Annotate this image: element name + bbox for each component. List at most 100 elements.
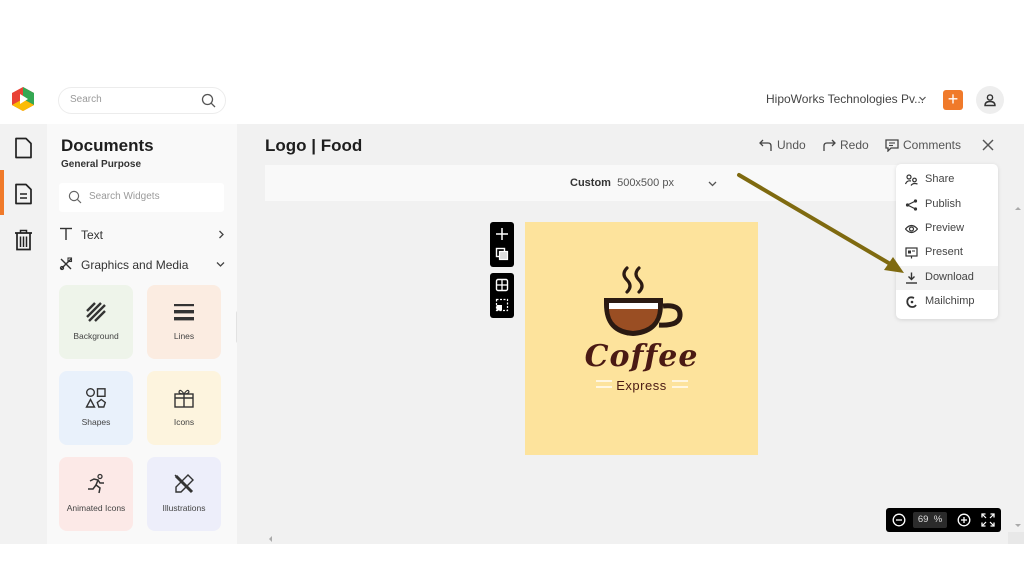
tile-label: Icons: [173, 417, 195, 427]
share-users-icon: [905, 174, 918, 186]
mailchimp-icon: [906, 296, 917, 308]
menu-item-label: Publish: [925, 198, 962, 210]
download-icon: [906, 272, 917, 284]
canvas-tools-add: [490, 222, 514, 267]
present-icon: [905, 247, 918, 259]
zoom-out-icon[interactable]: [892, 513, 906, 527]
comments-button[interactable]: Comments: [885, 138, 965, 154]
undo-label: Undo: [777, 138, 806, 152]
menu-item-share[interactable]: Share: [896, 168, 998, 192]
app-logo[interactable]: [10, 86, 36, 112]
text-icon: [60, 227, 72, 240]
zoom-number: 69: [917, 514, 929, 525]
design-canvas[interactable]: Coffee Express: [525, 222, 758, 455]
tile-illustrations[interactable]: Illustrations: [147, 457, 221, 531]
zoom-value[interactable]: 69 %: [913, 512, 947, 528]
size-preset: Custom: [570, 177, 611, 189]
search-icon[interactable]: [201, 93, 216, 108]
menu-item-label: Download: [925, 271, 974, 283]
category-text[interactable]: Text: [59, 224, 227, 246]
widget-search[interactable]: [59, 183, 224, 212]
tile-label: Background: [73, 331, 119, 341]
menu-item-label: Preview: [925, 222, 965, 234]
tile-background[interactable]: Background: [59, 285, 133, 359]
panel-title: Documents: [61, 136, 154, 155]
organization-selector[interactable]: HipoWorks Technologies Pv...: [766, 92, 924, 106]
plus-icon[interactable]: [495, 227, 509, 241]
redo-icon: [823, 139, 836, 151]
comments-label: Comments: [903, 138, 962, 152]
menu-item-label: Present: [925, 246, 963, 258]
trash-icon: [15, 229, 32, 251]
menu-item-mailchimp[interactable]: Mailchimp: [896, 290, 998, 314]
chevron-down-icon[interactable]: [708, 180, 717, 188]
widgets-panel: Documents General Purpose Text Graphics …: [47, 124, 237, 544]
rail-item-trash[interactable]: [0, 219, 47, 259]
duplicate-icon[interactable]: [495, 247, 509, 261]
menu-item-label: Share: [925, 173, 955, 185]
background-icon: [86, 302, 106, 322]
category-label: Text: [81, 228, 104, 242]
rail-item-documents[interactable]: [0, 127, 47, 167]
undo-button[interactable]: Undo: [759, 138, 811, 154]
size-dimensions: 500x500 px: [617, 177, 674, 189]
top-bar: HipoWorks Technologies Pv... +: [0, 80, 1024, 124]
close-icon[interactable]: [981, 138, 995, 152]
file-icon: [15, 137, 32, 159]
menu-item-download[interactable]: Download: [896, 266, 998, 290]
tile-icons[interactable]: Icons: [147, 371, 221, 445]
scroll-down-arrow[interactable]: [1015, 524, 1021, 527]
logo-subtitle: Express: [616, 378, 667, 393]
share-nodes-icon: [905, 199, 918, 211]
avatar[interactable]: [976, 86, 1004, 114]
shapes-icon: [85, 388, 107, 408]
chevron-down-icon[interactable]: [216, 260, 225, 268]
zoom-in-icon[interactable]: [957, 513, 971, 527]
gift-icon: [174, 389, 194, 408]
fullscreen-icon[interactable]: [981, 513, 995, 527]
redo-label: Redo: [840, 138, 869, 152]
running-icon: [88, 473, 104, 494]
canvas-size-bar: Custom 500x500 px: [265, 165, 995, 201]
global-search[interactable]: [58, 87, 226, 114]
graphics-icon: [59, 257, 73, 271]
menu-item-preview[interactable]: Preview: [896, 217, 998, 241]
tile-animated-icons[interactable]: Animated Icons: [59, 457, 133, 531]
panel-subtitle: General Purpose: [61, 159, 142, 170]
redo-button[interactable]: Redo: [822, 138, 872, 154]
tile-shapes[interactable]: Shapes: [59, 371, 133, 445]
document-title: Logo | Food: [265, 136, 363, 155]
search-input[interactable]: [70, 94, 190, 105]
canvas-size-selector[interactable]: Custom 500x500 px: [570, 177, 674, 189]
category-label: Graphics and Media: [81, 258, 189, 272]
menu-item-publish[interactable]: Publish: [896, 193, 998, 217]
category-graphics-media[interactable]: Graphics and Media: [59, 254, 227, 276]
comment-icon: [885, 139, 899, 152]
add-button[interactable]: +: [943, 90, 963, 110]
select-area-icon[interactable]: [495, 298, 509, 312]
chevron-right-icon[interactable]: [217, 230, 225, 239]
widget-search-input[interactable]: [89, 191, 214, 202]
logo-decoration-line: [672, 386, 688, 388]
file-text-icon: [15, 183, 32, 205]
rail-item-templates[interactable]: [0, 173, 47, 213]
logo-title: Coffee: [584, 339, 699, 374]
tile-label: Illustrations: [162, 503, 206, 513]
tile-lines[interactable]: Lines: [147, 285, 221, 359]
tile-label: Animated Icons: [66, 503, 126, 513]
share-menu: Share Publish Preview Present Download M…: [896, 164, 998, 319]
menu-item-label: Mailchimp: [925, 295, 975, 307]
grid-icon[interactable]: [495, 278, 509, 292]
menu-item-present[interactable]: Present: [896, 241, 998, 265]
eye-icon: [905, 224, 918, 234]
coffee-cup-icon: [604, 266, 683, 336]
pencil-ruler-icon: [174, 474, 194, 494]
tile-label: Lines: [173, 331, 195, 341]
scroll-up-arrow[interactable]: [1015, 207, 1021, 210]
undo-icon: [759, 139, 772, 151]
chevron-down-icon[interactable]: [918, 94, 927, 103]
canvas-tools-layout: [490, 273, 514, 318]
user-icon: [984, 94, 996, 107]
lines-icon: [174, 304, 194, 321]
scroll-left-arrow[interactable]: [269, 536, 272, 542]
